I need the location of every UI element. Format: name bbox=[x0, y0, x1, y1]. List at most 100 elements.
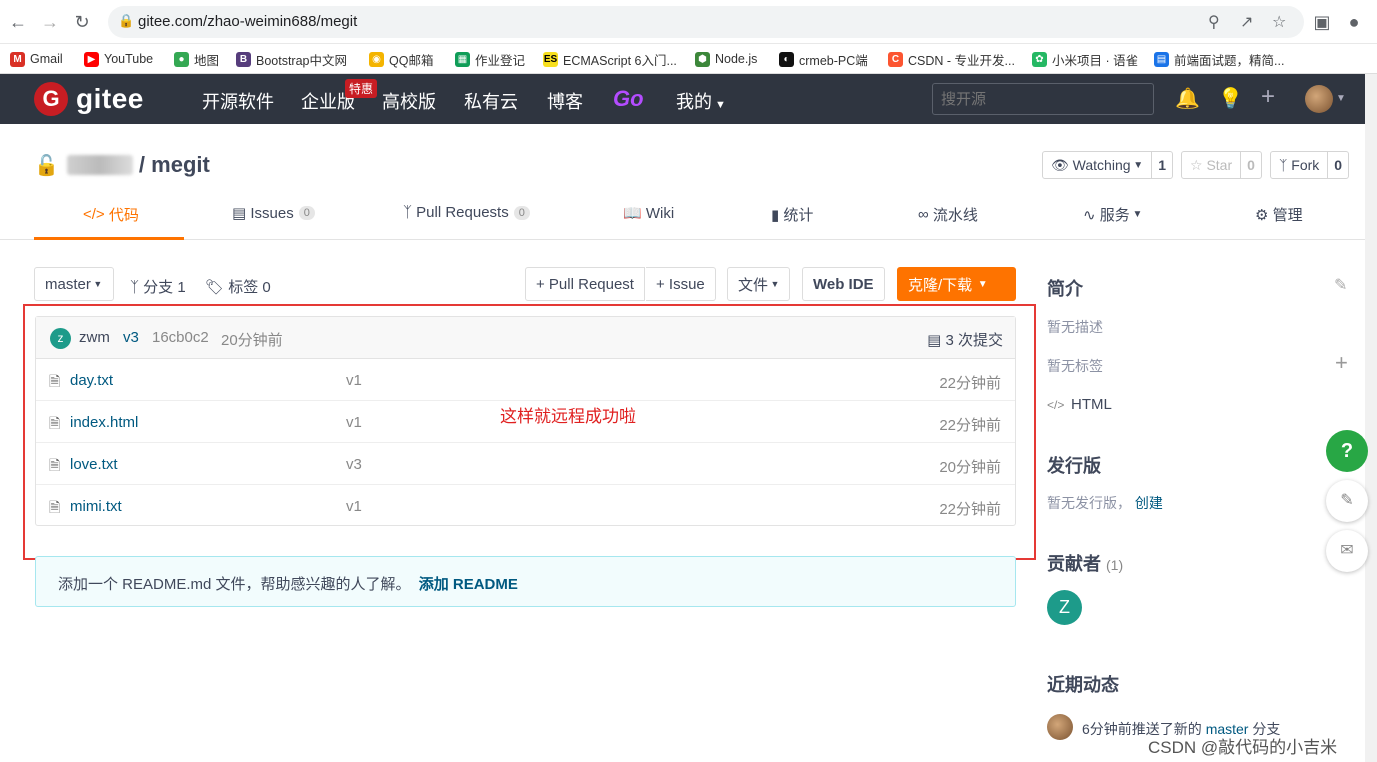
bookmark-csdn[interactable]: C CSDN - 专业开发... bbox=[888, 49, 1015, 69]
logo-text: gitee bbox=[76, 83, 144, 114]
star-bookmark-icon[interactable]: ☆ bbox=[1272, 12, 1286, 32]
watch-button[interactable]: 👁 Watching ▼ 1 bbox=[1042, 151, 1173, 179]
path-separator: / bbox=[138, 152, 146, 177]
browser-toolbar: ← → ↻ 🔒 gitee.com/zhao-weimin688/megit ⚲… bbox=[0, 0, 1377, 44]
repo-name-label: megit bbox=[151, 152, 210, 177]
star-icon: ☆ bbox=[1190, 156, 1207, 173]
zoom-icon[interactable]: ⚲ bbox=[1208, 12, 1220, 32]
crmeb-icon: ◐ bbox=[779, 51, 794, 67]
bookmark-bootstrap[interactable]: B Bootstrap中文网 bbox=[236, 49, 347, 69]
book-icon: 📖 bbox=[623, 205, 646, 222]
youtube-icon: ▶ bbox=[84, 51, 99, 67]
code-icon: </> bbox=[83, 206, 109, 223]
nav-university[interactable]: 高校版 bbox=[382, 88, 436, 114]
nav-go[interactable]: Go bbox=[613, 86, 644, 112]
fork-button[interactable]: ᛉ Fork 0 bbox=[1270, 151, 1350, 179]
es-icon: ES bbox=[543, 51, 558, 67]
star-button[interactable]: ☆ Star 0 bbox=[1181, 151, 1262, 179]
prs-count: 0 bbox=[513, 205, 530, 220]
annotation-highlight-box bbox=[23, 304, 1036, 560]
tab-service[interactable]: ∿ 服务 ▼ bbox=[1083, 204, 1142, 225]
bookmark-sheet[interactable]: ▦ 作业登记 bbox=[455, 49, 525, 69]
contributors-count: (1) bbox=[1106, 557, 1124, 573]
file-menu-button[interactable]: 文件 ▼ bbox=[727, 267, 791, 301]
tab-pull-requests[interactable]: ᛉ Pull Requests 0 bbox=[403, 204, 530, 221]
create-release-link[interactable]: 创建 bbox=[1135, 495, 1163, 511]
fork-count: 0 bbox=[1334, 157, 1343, 173]
active-tab-indicator bbox=[34, 237, 184, 240]
settings-icon: ⚙ bbox=[1255, 206, 1273, 224]
feedback-edit-icon[interactable]: ✎ bbox=[1326, 480, 1368, 522]
profile-icon[interactable]: ● bbox=[1342, 10, 1366, 34]
bookmark-gmail[interactable]: M Gmail bbox=[10, 49, 63, 69]
pulse-icon: ∿ bbox=[1083, 206, 1100, 224]
clone-download-button[interactable]: 克隆/下载 ▼ bbox=[897, 267, 1016, 301]
search-input[interactable] bbox=[932, 83, 1154, 115]
bookmark-yuque[interactable]: ✿ 小米项目 · 语雀 bbox=[1032, 49, 1138, 69]
tab-stats[interactable]: ▮ 统计 bbox=[771, 204, 813, 225]
tag-icon: 🏷 bbox=[205, 279, 229, 296]
bookmark-interview[interactable]: ▤ 前端面试题，精简... bbox=[1154, 49, 1284, 69]
address-bar[interactable]: 🔒 gitee.com/zhao-weimin688/megit ⚲ ↗ ☆ bbox=[108, 6, 1304, 38]
back-icon[interactable]: ← bbox=[6, 10, 30, 34]
language-label: HTML bbox=[1071, 396, 1112, 413]
add-readme-link[interactable]: 添加 README bbox=[419, 576, 518, 593]
yuque-icon: ✿ bbox=[1032, 51, 1047, 67]
sidepanel-icon[interactable]: ▣ bbox=[1310, 10, 1334, 34]
reload-icon[interactable]: ↻ bbox=[70, 10, 94, 34]
nav-private-cloud[interactable]: 私有云 bbox=[464, 88, 518, 114]
tab-code[interactable]: </> 代码 bbox=[83, 204, 139, 225]
tab-wiki[interactable]: 📖 Wiki bbox=[623, 204, 674, 223]
avatar-caret-icon[interactable]: ▼ bbox=[1336, 93, 1346, 104]
gmail-icon: M bbox=[10, 51, 25, 67]
help-button[interactable]: ? bbox=[1326, 430, 1368, 472]
plus-icon[interactable]: + bbox=[1261, 83, 1275, 111]
tags-link[interactable]: 🏷 标签 0 bbox=[205, 276, 271, 297]
contributors-title: 贡献者 (1) bbox=[1047, 554, 1124, 574]
web-ide-button[interactable]: Web IDE bbox=[802, 267, 885, 301]
release-title: 发行版 bbox=[1047, 456, 1101, 476]
branch-icon: ᛉ bbox=[130, 279, 144, 296]
promo-badge: 特惠 bbox=[345, 79, 378, 98]
chat-icon[interactable]: ✉ bbox=[1326, 530, 1368, 572]
intro-title: 简介 bbox=[1047, 279, 1083, 299]
caret-down-icon: ▼ bbox=[90, 279, 103, 289]
star-count: 0 bbox=[1247, 157, 1255, 173]
gitee-logo[interactable]: G gitee bbox=[34, 82, 144, 116]
bookmark-node[interactable]: ⬢ Node.js bbox=[695, 49, 757, 69]
nav-blog[interactable]: 博客 bbox=[547, 88, 583, 114]
nav-opensource[interactable]: 开源软件 bbox=[202, 88, 274, 114]
bookmark-es6[interactable]: ES ECMAScript 6入门... bbox=[543, 49, 677, 69]
add-tag-icon[interactable]: + bbox=[1335, 350, 1348, 376]
repo-name[interactable]: / megit bbox=[139, 152, 210, 178]
branches-link[interactable]: ᛉ 分支 1 bbox=[130, 276, 186, 297]
bell-icon[interactable]: 🔔 bbox=[1175, 86, 1200, 111]
repo-tabs: </> 代码 ▤ Issues 0 ᛉ Pull Requests 0 📖 Wiki… bbox=[0, 196, 1365, 240]
user-avatar[interactable] bbox=[1305, 85, 1333, 113]
gitee-logo-icon: G bbox=[34, 82, 68, 116]
bookmark-youtube[interactable]: ▶ YouTube bbox=[84, 49, 153, 69]
contributor-avatar[interactable]: Z bbox=[1047, 590, 1082, 625]
language-item: </> HTML bbox=[1047, 396, 1112, 413]
bookmark-qqmail[interactable]: ◉ QQ邮箱 bbox=[369, 49, 433, 69]
activity-avatar[interactable] bbox=[1047, 714, 1073, 740]
bookmark-crmeb[interactable]: ◐ crmeb-PC端 bbox=[779, 49, 868, 69]
lock-icon: 🔒 bbox=[118, 13, 135, 28]
tab-manage[interactable]: ⚙ 管理 bbox=[1255, 204, 1303, 225]
new-pull-request-button[interactable]: + Pull Request bbox=[525, 267, 645, 301]
no-tags: 暂无标签 bbox=[1047, 358, 1103, 374]
new-issue-button[interactable]: + Issue bbox=[646, 267, 716, 301]
edit-icon[interactable]: ✎ bbox=[1334, 275, 1347, 295]
tab-issues[interactable]: ▤ Issues 0 bbox=[232, 204, 315, 222]
nav-mine[interactable]: 我的 ▼ bbox=[676, 88, 726, 114]
repo-title: 🔓 / megit bbox=[34, 150, 210, 180]
eye-icon: 👁 bbox=[1051, 156, 1073, 173]
lightbulb-icon[interactable]: 💡 bbox=[1218, 86, 1243, 111]
share-icon[interactable]: ↗ bbox=[1240, 12, 1253, 32]
bookmark-maps[interactable]: ● 地图 bbox=[174, 49, 219, 69]
branch-select[interactable]: master ▼ bbox=[34, 267, 114, 301]
tab-pipeline[interactable]: ∞ 流水线 bbox=[918, 204, 978, 225]
forward-icon[interactable]: → bbox=[38, 10, 62, 34]
caret-down-icon: ▼ bbox=[972, 278, 988, 290]
page-scrollbar[interactable] bbox=[1365, 74, 1377, 762]
